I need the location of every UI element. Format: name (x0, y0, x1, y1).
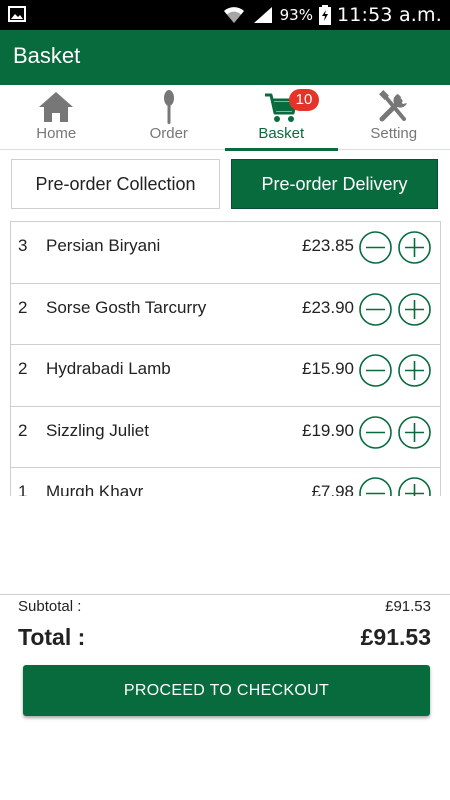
basket-count-badge: 10 (289, 89, 319, 111)
status-bar: 93% 11:53 a.m. (0, 0, 450, 30)
tab-order[interactable]: Order (113, 85, 226, 150)
tab-home[interactable]: Home (0, 85, 113, 150)
item-quantity: 2 (18, 420, 28, 440)
battery-charging-icon (318, 5, 331, 25)
preorder-delivery-button[interactable]: Pre-order Delivery (231, 159, 438, 209)
item-name: Sizzling Juliet (46, 420, 149, 440)
item-name: Persian Biryani (46, 236, 161, 255)
decrease-quantity-icon[interactable] (359, 354, 392, 387)
increase-quantity-icon[interactable] (398, 477, 431, 496)
item-price: £15.90 (302, 359, 354, 378)
tab-order-label: Order (149, 125, 188, 142)
decrease-quantity-icon[interactable] (359, 415, 392, 449)
increase-quantity-icon[interactable] (398, 231, 431, 264)
item-quantity: 1 (18, 482, 28, 496)
tools-icon (378, 90, 407, 122)
total-value: £91.53 (360, 624, 431, 650)
item-name: Murgh Khayr (46, 482, 144, 496)
item-price: £23.85 (302, 236, 354, 255)
increase-quantity-icon[interactable] (398, 292, 431, 326)
bottom-tabs: Home Order 10 Basket Setting (0, 85, 450, 151)
decrease-quantity-icon[interactable] (359, 292, 392, 326)
item-price: £19.90 (302, 420, 354, 440)
increase-quantity-icon[interactable] (398, 415, 431, 449)
image-icon (8, 6, 26, 22)
totals-divider (0, 594, 450, 595)
subtotal-value: £91.53 (385, 598, 431, 615)
basket-items-list[interactable]: 3 Persian Biryani £23.85 2 Sorse Gosth T… (10, 221, 441, 496)
subtotal-label: Subtotal : (18, 598, 82, 615)
item-quantity: 3 (18, 236, 28, 255)
tab-home-label: Home (36, 125, 77, 142)
tab-basket[interactable]: 10 Basket (225, 85, 338, 151)
total-label: Total : (18, 624, 86, 650)
item-name: Sorse Gosth Tarcurry (46, 297, 207, 317)
tab-setting[interactable]: Setting (338, 85, 450, 150)
list-item: 3 Persian Biryani £23.85 (11, 222, 440, 284)
item-price: £23.90 (302, 297, 354, 317)
clock: 11:53 a.m. (336, 4, 442, 26)
item-quantity: 2 (18, 297, 28, 317)
list-item: 2 Sizzling Juliet £19.90 (11, 407, 440, 468)
tab-setting-label: Setting (370, 125, 418, 142)
list-item: 1 Murgh Khayr £7.98 (11, 468, 440, 496)
tab-basket-label: Basket (258, 125, 305, 142)
active-tab-indicator (225, 148, 338, 151)
wifi-icon (223, 7, 244, 23)
battery-percent: 93% (279, 6, 313, 24)
spoon-icon (163, 90, 174, 124)
decrease-quantity-icon[interactable] (359, 231, 392, 264)
increase-quantity-icon[interactable] (398, 354, 431, 387)
item-price: £7.98 (311, 482, 354, 496)
item-quantity: 2 (18, 359, 28, 378)
signal-icon (253, 7, 272, 23)
page-title: Basket (13, 43, 81, 68)
proceed-to-checkout-button[interactable]: PROCEED TO CHECKOUT (23, 665, 430, 716)
list-item: 2 Hydrabadi Lamb £15.90 (11, 345, 440, 407)
item-name: Hydrabadi Lamb (46, 359, 171, 378)
preorder-collection-button[interactable]: Pre-order Collection (11, 159, 220, 209)
decrease-quantity-icon[interactable] (359, 477, 392, 496)
app-bar: Basket (0, 30, 450, 85)
list-item: 2 Sorse Gosth Tarcurry £23.90 (11, 284, 440, 345)
home-icon (39, 92, 74, 122)
